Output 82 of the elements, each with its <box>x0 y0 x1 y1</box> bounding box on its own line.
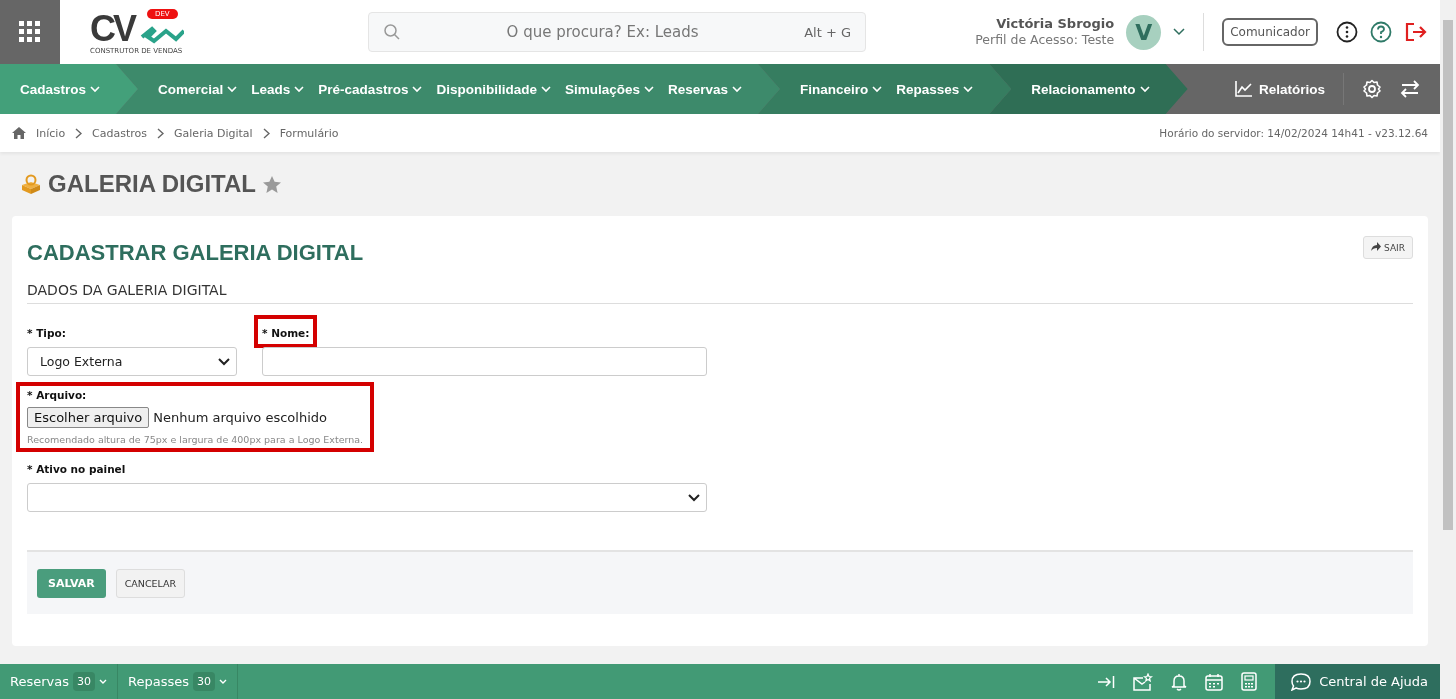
bell-icon[interactable] <box>1171 672 1188 691</box>
breadcrumb-link[interactable]: Início <box>36 126 66 140</box>
count-badge: 30 <box>193 672 215 691</box>
scrollbar[interactable] <box>1440 0 1456 699</box>
swap-arrows-icon[interactable] <box>1400 80 1420 98</box>
chevron-down-icon <box>540 85 551 93</box>
menu-item[interactable]: Comercial <box>158 81 238 97</box>
user-name: Victória Sbrogio <box>996 16 1115 32</box>
choose-file-button[interactable]: Escolher arquivo <box>27 407 150 428</box>
chevron-down-icon <box>963 85 974 93</box>
exit-button[interactable]: SAIR <box>1363 236 1413 259</box>
chevron-down-icon <box>643 85 654 93</box>
breadcrumb-link[interactable]: Galeria Digital <box>174 126 253 140</box>
chevron-down-icon <box>412 85 423 93</box>
count-badge: 30 <box>73 672 95 691</box>
menu-item[interactable]: Relacionamento <box>1031 81 1150 97</box>
dropdown-field[interactable]: Logo Externa <box>27 347 237 376</box>
menu-item[interactable]: Repasses <box>896 81 974 97</box>
help-center-button[interactable]: Central de Ajuda <box>1275 664 1440 699</box>
field-label: * Nome: <box>262 327 310 339</box>
cancel-button[interactable]: CANCELAR <box>115 568 186 598</box>
form-title: CADASTRAR GALERIA DIGITAL <box>27 240 364 266</box>
home-icon <box>12 127 26 139</box>
favorite-star-icon[interactable] <box>262 174 282 194</box>
menu-item[interactable]: Simulações <box>564 81 654 97</box>
menu-item[interactable]: Financeiro <box>800 81 883 97</box>
field-label: * Arquivo: <box>27 389 88 401</box>
line-chart-icon <box>1234 81 1253 97</box>
footer-tab[interactable]: Reservas 30 <box>0 664 118 699</box>
chevron-down-icon <box>1139 85 1150 93</box>
help-icon[interactable] <box>1370 21 1392 43</box>
chevron-down-icon <box>218 357 230 366</box>
name-input-field[interactable] <box>262 347 707 376</box>
search-icon <box>383 23 401 41</box>
chevron-down-icon <box>872 85 883 93</box>
settings-icon[interactable] <box>1362 79 1382 99</box>
dropdown-field[interactable] <box>27 483 707 512</box>
chevron-down-icon <box>732 85 742 93</box>
calendar-icon[interactable] <box>1205 672 1224 691</box>
field-label: * Ativo no painel <box>27 463 126 475</box>
apps-menu-button[interactable] <box>0 0 60 64</box>
chevron-right-icon <box>157 127 165 139</box>
chevron-down-icon <box>688 493 700 502</box>
search-field[interactable]: O que procura? Ex: Leads Alt + G <box>368 12 866 52</box>
menu-item[interactable]: Leads <box>251 81 305 97</box>
breadcrumb-link[interactable]: Formulário <box>279 126 339 140</box>
field-label: * Tipo: <box>27 327 66 339</box>
user-profile: Perfil de Acesso: Teste <box>975 32 1115 48</box>
search-input[interactable]: O que procura? Ex: Leads <box>401 22 805 42</box>
menu-item[interactable]: Cadastros <box>20 81 101 97</box>
chat-bubble-icon <box>1291 672 1312 691</box>
shortcut-hint: Alt + G <box>804 24 851 40</box>
file-status: Nenhum arquivo escolhido <box>153 410 327 425</box>
menu-item[interactable]: Reservas <box>667 81 742 97</box>
grid-icon <box>19 21 41 43</box>
chevron-down-icon <box>294 85 305 93</box>
communicator-button[interactable]: Comunicador <box>1222 18 1318 46</box>
reports-link[interactable]: Relatórios <box>1234 81 1325 97</box>
gallery-box-icon <box>20 173 42 195</box>
chevron-down-icon <box>227 85 238 93</box>
chevron-down-icon <box>219 678 227 685</box>
breadcrumb-link[interactable]: Cadastros <box>92 126 148 140</box>
menu-item[interactable]: Disponibilidade <box>436 81 551 97</box>
section-heading: DADOS DA GALERIA DIGITAL <box>27 272 1413 304</box>
chevron-right-icon <box>75 127 83 139</box>
more-options-icon[interactable] <box>1336 21 1358 43</box>
collapse-arrow-icon[interactable] <box>1097 674 1116 689</box>
menu-item[interactable]: Pré-cadastros <box>318 81 423 97</box>
server-info: Horário do servidor: 14/02/2024 14h41 - v23.12.64 <box>1159 127 1428 139</box>
share-arrow-icon <box>1371 242 1382 251</box>
chevron-down-icon <box>99 678 107 685</box>
calculator-icon[interactable] <box>1241 672 1258 691</box>
field-hint: Recomendado altura de 75px e largura de 400px para a Logo Externa. <box>27 434 364 445</box>
chevron-down-icon[interactable] <box>1173 28 1186 36</box>
save-button[interactable]: SALVAR <box>37 568 106 598</box>
user-avatar[interactable]: V <box>1126 14 1162 50</box>
page-title: GALERIA DIGITAL <box>48 170 256 198</box>
footer-tab[interactable]: Repasses 30 <box>118 664 238 699</box>
logout-icon[interactable] <box>1404 22 1428 42</box>
mail-star-icon[interactable] <box>1133 672 1154 691</box>
chevron-down-icon <box>90 85 101 93</box>
chevron-right-icon <box>262 127 270 139</box>
